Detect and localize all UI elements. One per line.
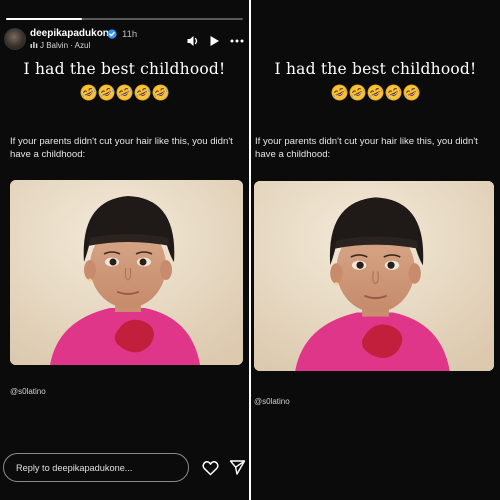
emoji-row [251, 83, 500, 101]
heart-icon[interactable] [202, 460, 219, 476]
verified-badge-icon [107, 29, 117, 39]
post-time: 11h [122, 29, 138, 40]
childhood-photo [254, 181, 494, 371]
tweet-text: If your parents didn't cut your hair lik… [255, 136, 478, 160]
rolling-laughing-emoji-icon [116, 84, 133, 101]
rolling-laughing-emoji-icon [349, 84, 366, 101]
rolling-laughing-emoji-icon [152, 84, 169, 101]
tweet-handle: @s0latino [10, 387, 46, 396]
rolling-laughing-emoji-icon [403, 84, 420, 101]
tweet-handle: @s0latino [254, 397, 290, 406]
reply-placeholder: Reply to deepikapadukone... [16, 463, 133, 473]
avatar[interactable] [4, 28, 26, 50]
story-caption: I had the best childhood! [23, 60, 226, 78]
story-caption: I had the best childhood! [274, 60, 477, 78]
story-progress-bar [6, 18, 243, 20]
music-label[interactable]: J Balvin · Azul [40, 41, 90, 50]
play-icon[interactable] [207, 34, 221, 48]
speaker-icon[interactable] [186, 34, 200, 48]
story-progress-fill [6, 18, 82, 20]
tweet-text: If your parents didn't cut your hair lik… [10, 136, 233, 160]
rolling-laughing-emoji-icon [331, 84, 348, 101]
story-panel-right: I had the best childhood! If your parent… [251, 0, 500, 500]
rolling-laughing-emoji-icon [80, 84, 97, 101]
rolling-laughing-emoji-icon [134, 84, 151, 101]
send-icon[interactable] [229, 459, 246, 476]
story-panel-left: deepikapadukone 11h J Balvin · Azul I ha… [0, 0, 249, 500]
rolling-laughing-emoji-icon [367, 84, 384, 101]
username[interactable]: deepikapadukone [30, 28, 114, 39]
childhood-photo [10, 180, 243, 365]
emoji-row [0, 83, 249, 101]
music-bars-icon [30, 42, 38, 48]
more-dots-icon[interactable] [230, 34, 244, 48]
child-portrait-image [254, 181, 494, 371]
rolling-laughing-emoji-icon [385, 84, 402, 101]
child-portrait-image [10, 180, 243, 365]
rolling-laughing-emoji-icon [98, 84, 115, 101]
reply-input[interactable]: Reply to deepikapadukone... [3, 453, 189, 482]
